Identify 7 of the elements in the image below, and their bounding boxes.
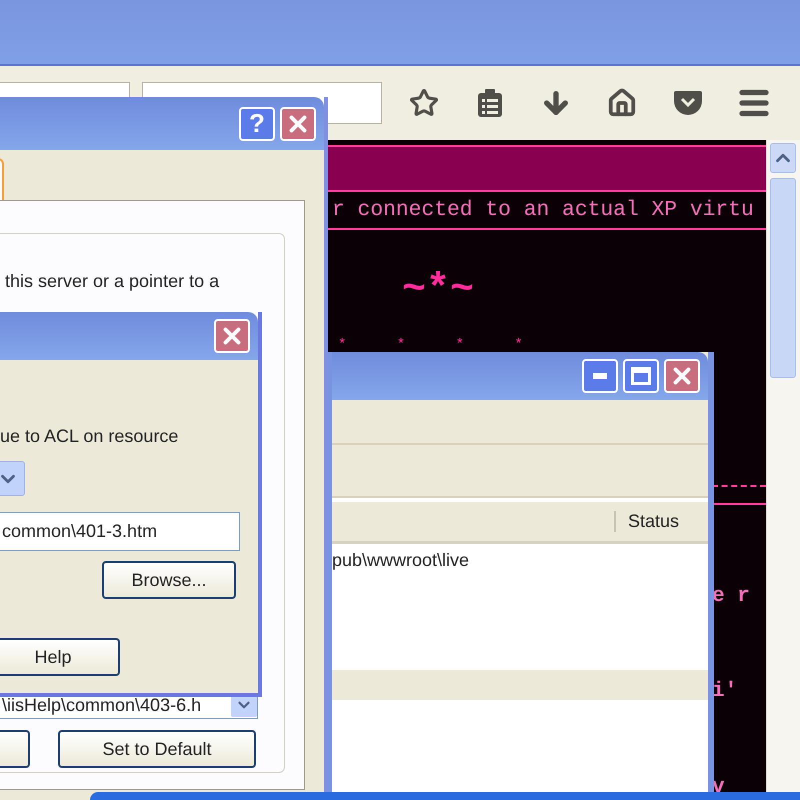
description-text: ue to ACL on resource	[0, 426, 178, 447]
path-value: \iisHelp\common\403-6.h	[2, 694, 202, 716]
description-text: this server or a pointer to a	[5, 271, 220, 292]
ascii-art: * * * *	[338, 339, 523, 351]
ascii-art: ~*~	[402, 268, 474, 313]
page-text: r connected to an actual XP virtu	[332, 197, 754, 224]
page-text: i'	[712, 680, 738, 703]
